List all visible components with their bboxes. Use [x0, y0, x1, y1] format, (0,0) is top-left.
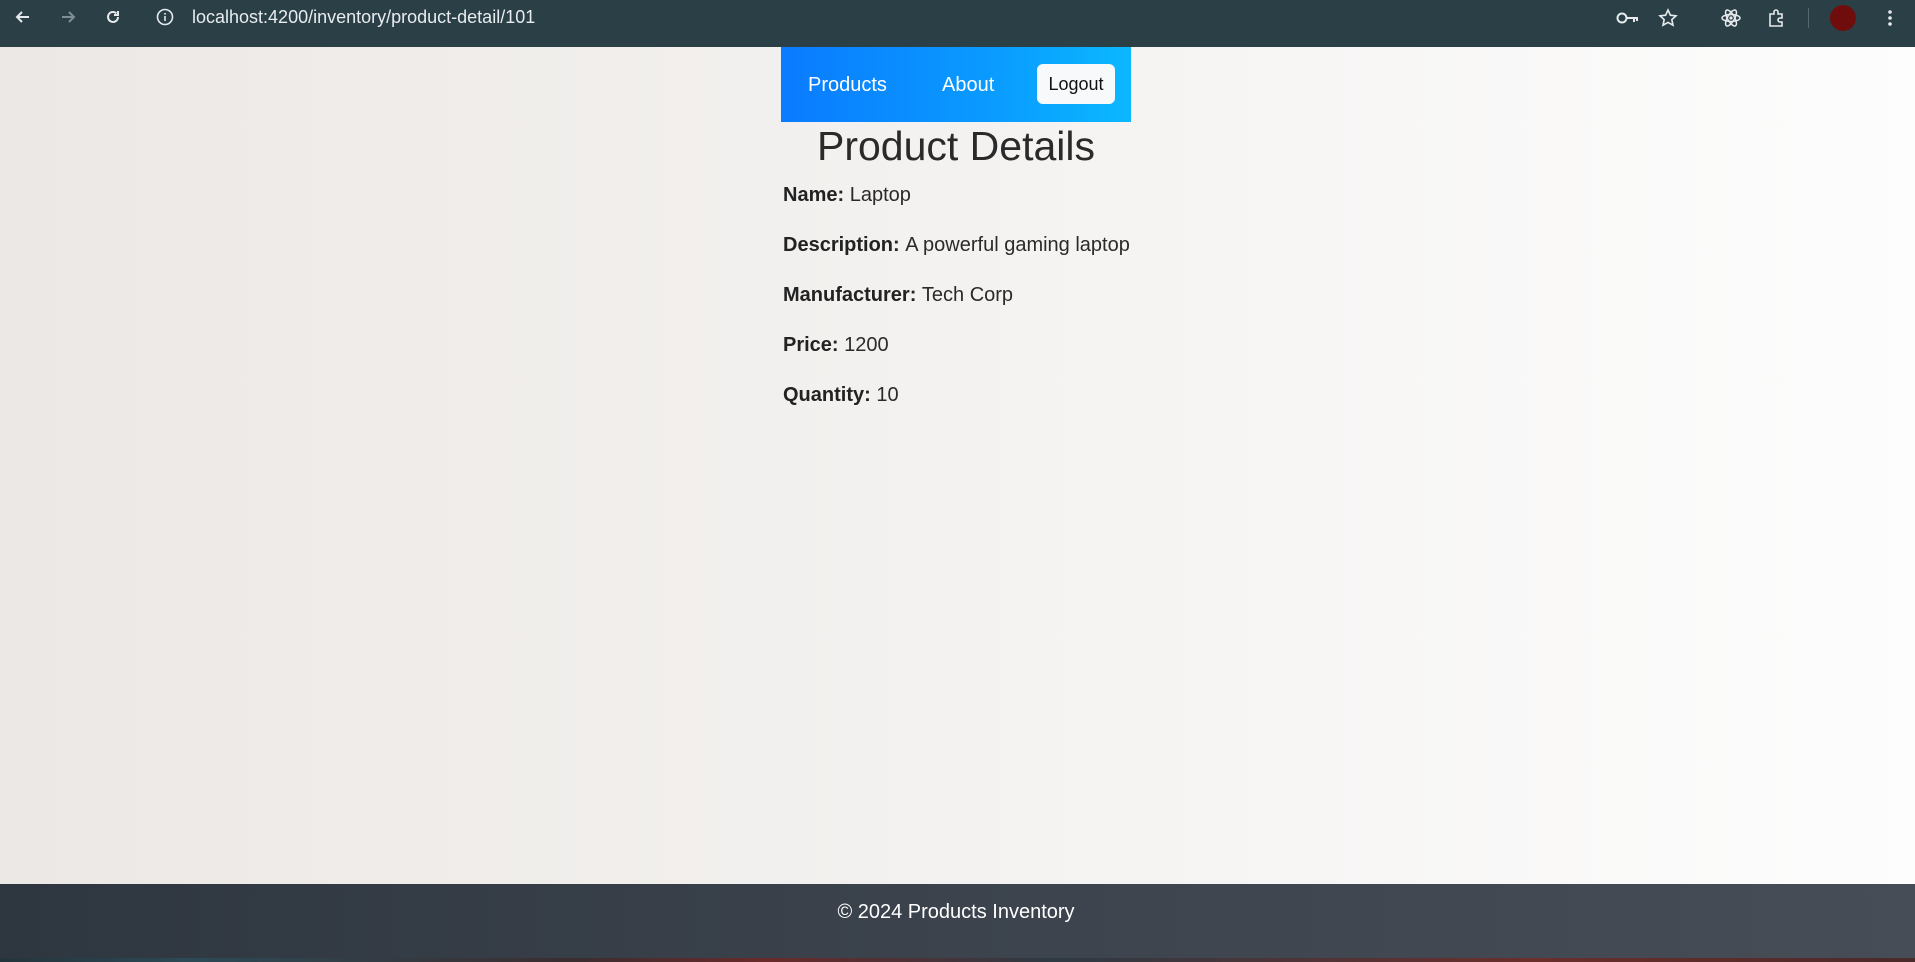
product-price-label: Price:	[783, 334, 845, 356]
browser-toolbar: localhost:4200/inventory/product-detail/…	[0, 0, 1915, 47]
forward-icon[interactable]	[51, 0, 85, 34]
product-manufacturer-value: Tech Corp	[921, 284, 1014, 306]
extensions-icon[interactable]	[1763, 5, 1791, 31]
logout-button[interactable]: Logout	[1037, 64, 1115, 104]
page-footer: © 2024 Products Inventory	[0, 884, 1915, 962]
info-icon[interactable]	[155, 7, 175, 27]
product-quantity-value: 10	[876, 384, 899, 406]
toolbar-divider	[1808, 8, 1809, 28]
product-price-row: Price: 1200	[783, 333, 889, 357]
star-icon[interactable]	[1654, 5, 1682, 31]
taskbar-strip	[0, 958, 1915, 962]
footer-copyright: © 2024 Products Inventory	[837, 901, 1075, 923]
nav-link-products[interactable]: Products	[808, 73, 887, 97]
product-quantity-row: Quantity: 10	[783, 383, 899, 407]
product-manufacturer-label: Manufacturer:	[783, 284, 922, 306]
page-content: Products About Logout Product Details Na…	[0, 47, 1915, 884]
product-name-value: Laptop	[849, 184, 911, 206]
page-title: Product Details	[816, 123, 1095, 169]
product-description-label: Description:	[783, 234, 906, 256]
key-icon[interactable]	[1614, 5, 1642, 31]
back-icon[interactable]	[6, 0, 40, 34]
product-name-label: Name:	[783, 184, 850, 206]
nav-link-about[interactable]: About	[942, 73, 994, 97]
profile-avatar[interactable]	[1830, 5, 1856, 31]
react-icon[interactable]	[1717, 5, 1745, 31]
app-navbar: Products About Logout	[781, 47, 1131, 122]
product-price-value: 1200	[844, 334, 889, 356]
product-quantity-label: Quantity:	[783, 384, 877, 406]
address-bar[interactable]: localhost:4200/inventory/product-detail/…	[192, 7, 535, 27]
menu-icon[interactable]	[1876, 5, 1904, 31]
product-description-row: Description: A powerful gaming laptop	[783, 233, 1130, 257]
product-name-row: Name: Laptop	[783, 183, 911, 207]
product-manufacturer-row: Manufacturer: Tech Corp	[783, 283, 1013, 307]
product-description-value: A powerful gaming laptop	[905, 234, 1130, 256]
reload-icon[interactable]	[96, 0, 130, 34]
